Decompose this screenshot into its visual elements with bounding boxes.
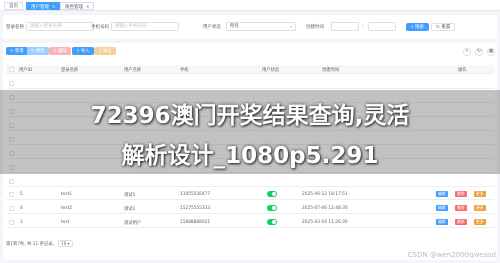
table-row[interactable] [6, 77, 494, 89]
status-toggle[interactable] [267, 205, 277, 211]
status-label: 用户状态 [203, 25, 221, 30]
col-login-name: 登录名称 [61, 68, 79, 73]
reset-button-label: 重置 [441, 25, 451, 30]
delete-label: 删除 [57, 49, 67, 54]
tab-home[interactable]: 首页 [4, 2, 23, 10]
tab-label: 用户管理 [31, 5, 49, 10]
cell-phone: 15275555333 [180, 206, 211, 211]
import-label: 导入 [80, 49, 90, 54]
phone-label: 手机号码 [91, 25, 109, 30]
status-value: 所有 [230, 24, 239, 29]
create-time-label: 创建时间 [306, 25, 324, 30]
search-panel: 登录名称 请输入登录名称 手机号码 请输入手机号码 用户状态 所有 ▾ 创建时间 … [3, 15, 497, 39]
table-row[interactable]: 3 test 测试用户 15888888021 2025-03-16 11:26… [6, 216, 494, 228]
edit-button[interactable]: ✎ 修改 [27, 47, 49, 55]
phone-placeholder: 请输入手机号码 [115, 24, 147, 29]
cell-user-name: 测试用户 [124, 221, 142, 226]
col-status: 用户状态 [262, 68, 280, 73]
pagination: 第1到7条, 共 11 条记录。 10 ▾ [6, 240, 73, 249]
login-name-label: 登录名称 [6, 25, 24, 30]
search-button[interactable]: ⌕ 搜索 [406, 23, 429, 31]
cell-phone: 13455556477 [180, 192, 211, 197]
row-more-button[interactable]: 更多 [474, 205, 486, 211]
search-button-label: 搜索 [414, 25, 424, 30]
reset-button[interactable]: ↻ 重置 [431, 23, 456, 31]
page-size-value: 10 [61, 241, 67, 246]
overlay-title-line1: 72396澳门开奖结果查询,灵活 [90, 103, 410, 129]
search-toggle-icon[interactable]: ⌕ [463, 48, 471, 56]
row-checkbox[interactable] [9, 179, 14, 184]
status-toggle[interactable] [267, 219, 277, 225]
col-create-time: 创建时间 [322, 68, 340, 73]
cell-login-name: test2 [61, 206, 72, 211]
chevron-down-icon: ▾ [289, 24, 292, 29]
login-name-input[interactable]: 请输入登录名称 [26, 22, 94, 31]
close-icon[interactable]: ✕ [52, 4, 55, 9]
cell-user-name: 测试1 [124, 193, 136, 198]
row-delete-button[interactable]: 删除 [455, 205, 467, 211]
status-toggle[interactable] [267, 191, 277, 197]
login-name-placeholder: 请输入登录名称 [30, 24, 62, 29]
table-row[interactable]: 4 test2 测试2 15275555333 2025-07-06 12:48… [6, 202, 494, 214]
row-edit-button[interactable]: 编辑 [436, 219, 448, 225]
table-row[interactable] [6, 175, 494, 187]
refresh-icon[interactable]: ↻ [475, 48, 483, 56]
status-select[interactable]: 所有 ▾ [226, 22, 296, 31]
watermark: CSDN @wen2000qweasd [407, 251, 496, 259]
cell-user-name: 测试2 [124, 207, 136, 212]
pager-text: 第1到7条, 共 11 条记录。 [6, 242, 57, 247]
tab-bar: 首页 用户管理 ✕ 角色管理 ✕ [0, 0, 500, 11]
cell-create-time: 2025-03-16 11:26:30 [302, 220, 348, 225]
row-checkbox[interactable] [9, 81, 14, 86]
col-user-id: 用户ID [19, 68, 33, 73]
row-more-button[interactable]: 更多 [474, 191, 486, 197]
start-date-input[interactable] [331, 22, 359, 31]
end-date-input[interactable] [368, 22, 396, 31]
col-actions: 操作 [458, 68, 467, 73]
row-checkbox[interactable] [9, 206, 14, 211]
row-more-button[interactable]: 更多 [474, 219, 486, 225]
cell-user-id: 3 [20, 220, 23, 225]
table-header: 用户ID 登录名称 用户名称 手机 用户状态 创建时间 操作 [6, 65, 494, 74]
export-label: 导出 [102, 49, 112, 54]
row-delete-button[interactable]: 删除 [455, 219, 467, 225]
delete-button[interactable]: ✕ 删除 [49, 47, 71, 55]
columns-icon[interactable]: ▦ [487, 48, 495, 56]
add-label: 新增 [14, 49, 24, 54]
cell-user-id: 4 [20, 206, 23, 211]
tab-label: 角色管理 [65, 5, 83, 10]
import-button[interactable]: ⇪ 导入 [72, 47, 94, 55]
date-separator: - [362, 24, 364, 29]
phone-input[interactable]: 请输入手机号码 [111, 22, 179, 31]
page-size-select[interactable]: 10 ▾ [58, 240, 73, 247]
table-row[interactable]: 5 test1 测试1 13455556477 2025-06-12 18:17… [6, 188, 494, 200]
cell-login-name: test1 [61, 192, 72, 197]
cell-create-time: 2025-06-12 18:17:51 [302, 192, 348, 197]
select-all-checkbox[interactable] [9, 67, 14, 72]
cell-login-name: test [61, 220, 70, 225]
tab-user-management[interactable]: 用户管理 ✕ [26, 2, 61, 10]
close-icon[interactable]: ✕ [86, 4, 89, 9]
cell-phone: 15888888021 [180, 220, 211, 225]
add-button[interactable]: + 新增 [6, 47, 28, 55]
overlay-title-line2: 解析设计_1080p5.291 [121, 143, 379, 169]
row-checkbox[interactable] [9, 220, 14, 225]
row-edit-button[interactable]: 编辑 [436, 205, 448, 211]
row-delete-button[interactable]: 删除 [455, 191, 467, 197]
cell-create-time: 2025-07-06 12:48:30 [302, 206, 348, 211]
cell-user-id: 5 [20, 192, 23, 197]
row-edit-button[interactable]: 编辑 [436, 191, 448, 197]
col-user-name: 用户名称 [124, 68, 142, 73]
row-checkbox[interactable] [9, 192, 14, 197]
tab-label: 首页 [9, 4, 18, 9]
edit-label: 修改 [35, 49, 45, 54]
col-phone: 手机 [180, 68, 189, 73]
tab-role-management[interactable]: 角色管理 ✕ [60, 2, 95, 10]
export-button[interactable]: ⇩ 导出 [94, 47, 116, 55]
